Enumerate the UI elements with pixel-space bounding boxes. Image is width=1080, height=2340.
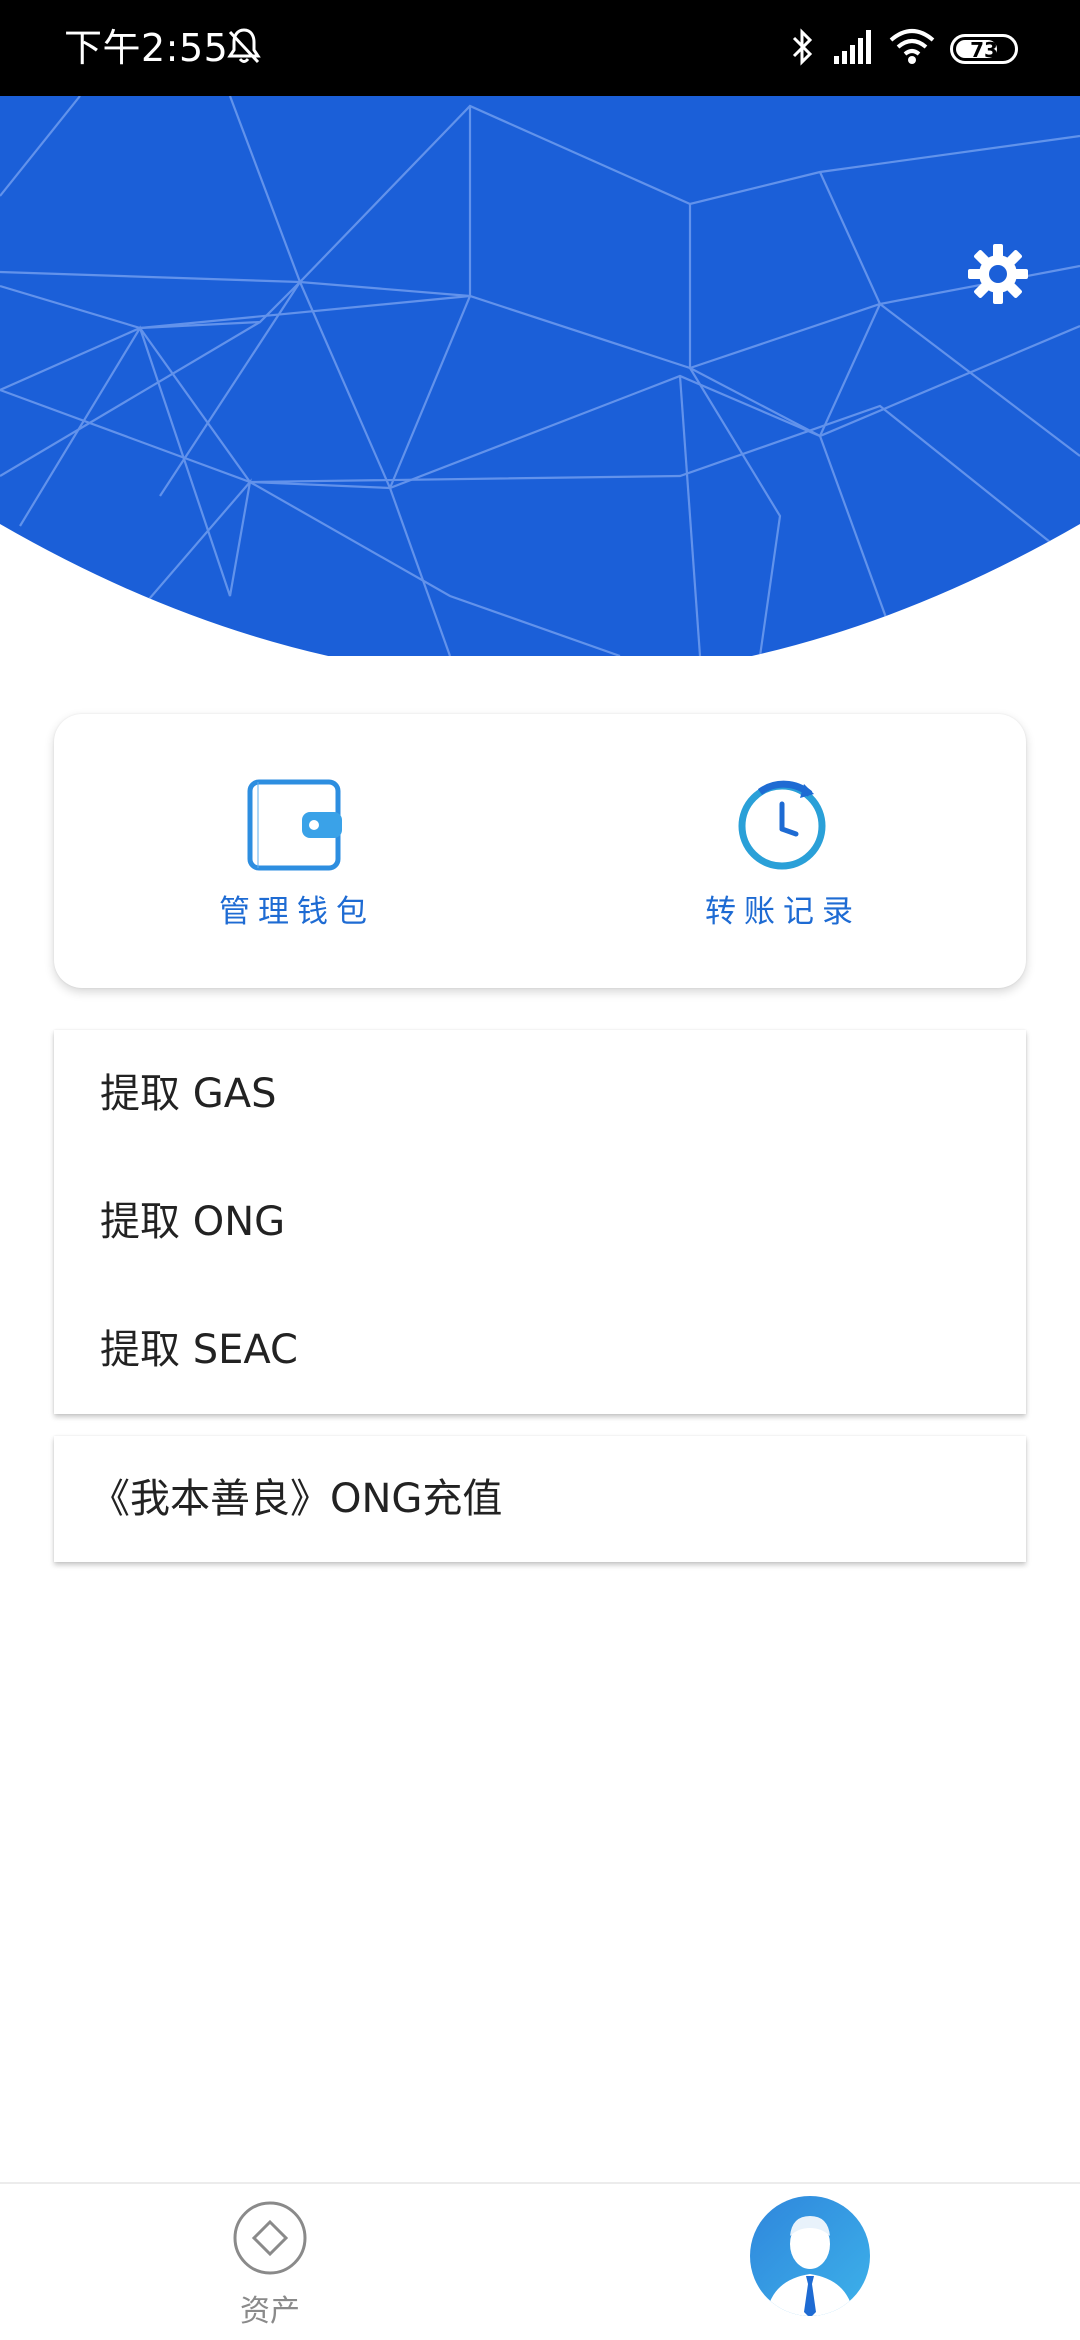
status-time: 下午2:55: [64, 26, 229, 70]
ong-recharge-label: 《我本善良》ONG充值: [90, 1476, 503, 1522]
bottom-nav: 资产: [0, 2182, 1080, 2340]
battery-level: 73: [970, 38, 998, 62]
bell-muted-icon: [227, 28, 261, 64]
withdraw-ong-label: 提取 ONG: [100, 1199, 286, 1245]
withdraw-seac-label: 提取 SEAC: [100, 1327, 298, 1373]
withdraw-gas-label: 提取 GAS: [100, 1071, 277, 1117]
bluetooth-icon: [792, 28, 813, 66]
wifi-icon: [889, 29, 935, 64]
signal-icon: [834, 30, 871, 64]
transfer-history-button[interactable]: 转账记录: [540, 714, 1026, 988]
withdraw-gas-item[interactable]: 提取 GAS: [54, 1030, 1026, 1158]
quick-actions-card: 管理钱包 转账记录: [54, 714, 1026, 988]
manage-wallet-button[interactable]: 管理钱包: [54, 714, 540, 988]
withdraw-ong-item[interactable]: 提取 ONG: [54, 1158, 1026, 1286]
header-banner: [0, 96, 1080, 656]
app-screen: 下午2:55 73 管理钱包 转账记录 提取 GAS 提取 ONG 提取 SEA…: [0, 0, 1080, 2340]
battery-icon: 73: [950, 34, 1018, 64]
nav-assets-tab[interactable]: 资产: [200, 2190, 340, 2340]
status-bar: 下午2:55 73: [0, 0, 1080, 96]
transfer-history-label: 转账记录: [705, 894, 861, 930]
nav-assets-label: 资产: [240, 2294, 300, 2329]
diamond-icon: [233, 2201, 307, 2275]
manage-wallet-label: 管理钱包: [219, 894, 375, 930]
user-avatar-icon[interactable]: [748, 2194, 872, 2318]
gear-icon[interactable]: [966, 242, 1030, 306]
clock-history-icon: [738, 780, 826, 870]
ong-recharge-item[interactable]: 《我本善良》ONG充值: [54, 1436, 1026, 1562]
withdraw-seac-item[interactable]: 提取 SEAC: [54, 1286, 1026, 1414]
withdraw-menu: 提取 GAS 提取 ONG 提取 SEAC: [54, 1030, 1026, 1414]
wallet-icon: [247, 779, 342, 871]
